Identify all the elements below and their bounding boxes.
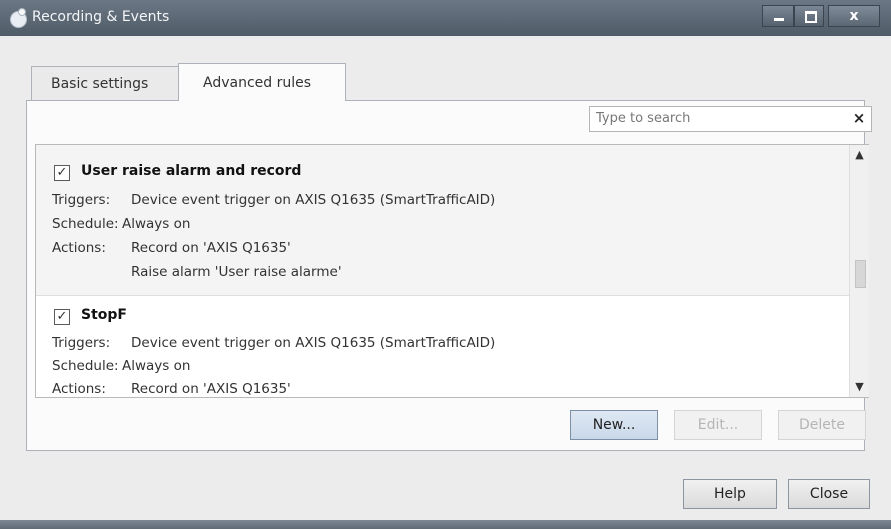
close-button[interactable]: Close [788,479,870,509]
rule-schedule-label: Schedule: [52,216,119,232]
window-bottom-edge [0,520,891,529]
rule-triggers-value: Device event trigger on AXIS Q1635 (Smar… [131,192,496,208]
help-button[interactable]: Help [683,479,777,509]
rule-triggers-value: Device event trigger on AXIS Q1635 (Smar… [131,335,496,351]
maximize-button[interactable] [794,5,824,27]
delete-rule-button[interactable]: Delete [778,410,866,440]
window-title: Recording & Events [32,9,170,25]
search-input[interactable]: Type to search [589,106,872,132]
rule-action-value: Record on 'AXIS Q1635' [131,240,291,256]
app-icon [10,8,27,28]
rule-schedule-value: Always on [122,358,191,374]
rule-item[interactable]: ✓ StopF Triggers: Device event trigger o… [36,295,850,397]
title-bar: Recording & Events x [0,0,891,36]
rule-schedule-value: Always on [122,216,191,232]
rule-item[interactable]: ✓ User raise alarm and record Triggers: … [36,145,850,296]
close-window-button[interactable]: x [828,5,880,27]
tab-basic-settings[interactable]: Basic settings [31,66,179,100]
rule-schedule-label: Schedule: [52,358,119,374]
rule-action-value: Record on 'AXIS Q1635' [131,381,291,397]
clear-search-icon[interactable]: × [850,108,868,128]
maximize-icon [805,11,817,23]
scrollbar-thumb[interactable] [855,260,866,288]
rule-actions-label: Actions: [52,381,106,397]
rules-list-scrollbar[interactable]: ▲ ▼ [849,145,869,397]
scroll-up-icon[interactable]: ▲ [850,147,869,163]
rule-action-value: Raise alarm 'User raise alarme' [131,264,342,280]
rule-enabled-checkbox[interactable]: ✓ [54,165,70,181]
rule-triggers-label: Triggers: [52,335,111,351]
rule-name: StopF [81,307,127,323]
minimize-button[interactable] [762,5,794,27]
rules-list: ✓ User raise alarm and record Triggers: … [35,144,869,398]
new-rule-button[interactable]: New... [570,410,658,440]
rule-triggers-label: Triggers: [52,192,111,208]
rule-actions-label: Actions: [52,240,106,256]
tab-advanced-rules[interactable]: Advanced rules [178,63,346,101]
rule-name: User raise alarm and record [81,163,302,179]
edit-rule-button[interactable]: Edit... [674,410,762,440]
minimize-icon [774,18,784,21]
recording-events-window: Recording & Events x Basic settings Adva… [0,0,891,529]
scroll-down-icon[interactable]: ▼ [850,379,869,395]
rule-enabled-checkbox[interactable]: ✓ [54,309,70,325]
